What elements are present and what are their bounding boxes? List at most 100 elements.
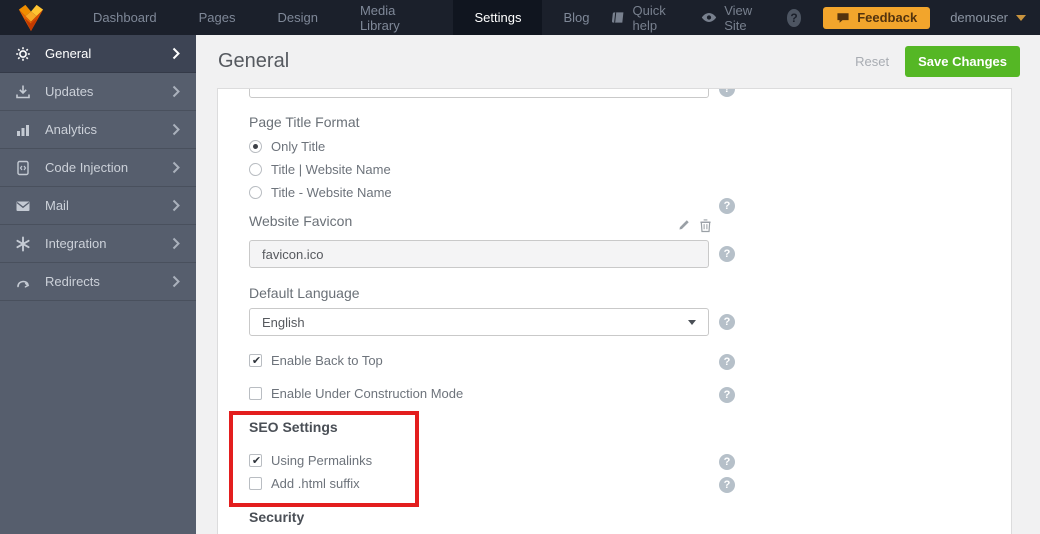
sidebar-item-redirects[interactable]: Redirects — [0, 263, 196, 301]
sidebar-item-label: Integration — [45, 236, 107, 251]
sidebar-item-code-injection[interactable]: Code Injection — [0, 149, 196, 187]
help-icon[interactable]: ? — [719, 198, 735, 214]
help-icon[interactable]: ? — [719, 89, 735, 97]
security-heading: Security — [249, 509, 305, 525]
redirect-icon — [15, 274, 32, 290]
sidebar-item-label: Updates — [45, 84, 94, 99]
help-icon[interactable]: ? — [719, 314, 735, 330]
username-label: demouser — [950, 10, 1009, 25]
topnav-right-cluster: Quick help View Site ? Feedback demouser — [611, 3, 1040, 33]
sidebar-item-label: Analytics — [45, 122, 98, 137]
view-site-link[interactable]: View Site — [701, 3, 763, 33]
checkbox-label: Using Permalinks — [271, 453, 373, 468]
settings-form-panel: ? Page Title Format ? Only Title Title |… — [217, 88, 1012, 534]
reset-button[interactable]: Reset — [855, 54, 889, 69]
settings-sidebar: General Updates Analytics Code Injection — [0, 35, 196, 534]
sidebar-item-updates[interactable]: Updates — [0, 73, 196, 111]
main-content: General Reset Save Changes ? Page Title … — [196, 35, 1040, 534]
checkbox-label: Enable Under Construction Mode — [271, 386, 464, 401]
radio-only-title[interactable]: Only Title — [249, 139, 325, 154]
gear-icon — [15, 46, 32, 62]
pencil-icon[interactable] — [677, 218, 691, 233]
sidebar-item-integration[interactable]: Integration — [0, 225, 196, 263]
checkbox-icon — [249, 477, 262, 490]
selected-language-value: English — [262, 314, 305, 330]
chevron-right-icon — [172, 161, 180, 174]
enable-back-to-top-checkbox[interactable]: Enable Back to Top — [249, 353, 383, 368]
using-permalinks-checkbox[interactable]: Using Permalinks — [249, 453, 372, 468]
checkbox-icon — [249, 387, 262, 400]
eye-icon — [701, 12, 717, 23]
sidebar-item-label: Redirects — [45, 274, 100, 289]
chevron-right-icon — [172, 123, 180, 136]
chevron-right-icon — [172, 85, 180, 98]
website-favicon-label: Website Favicon — [249, 213, 353, 229]
radio-title-dash-website-name[interactable]: Title - Website Name — [249, 185, 392, 200]
default-language-label: Default Language — [249, 285, 360, 301]
chevron-right-icon — [172, 237, 180, 250]
radio-label: Only Title — [271, 139, 326, 154]
nav-item-media-library[interactable]: Media Library — [339, 0, 454, 35]
checkbox-icon — [249, 354, 263, 367]
checkbox-icon — [249, 454, 263, 467]
nav-item-blog[interactable]: Blog — [542, 0, 610, 35]
radio-label: Title | Website Name — [271, 162, 391, 177]
sidebar-item-mail[interactable]: Mail — [0, 187, 196, 225]
help-badge-icon[interactable]: ? — [786, 8, 802, 27]
sidebar-item-label: Mail — [45, 198, 69, 213]
view-site-label: View Site — [724, 2, 753, 33]
brand-logo-icon[interactable] — [16, 4, 46, 32]
page-header: General Reset Save Changes — [196, 35, 1040, 88]
bar-chart-icon — [15, 122, 32, 138]
favicon-input[interactable] — [249, 240, 709, 268]
sidebar-item-label: General — [45, 46, 92, 61]
radio-label: Title - Website Name — [271, 185, 392, 200]
header-actions: Reset Save Changes — [855, 46, 1020, 77]
trash-icon[interactable] — [699, 218, 712, 233]
sidebar-item-label: Code Injection — [45, 160, 129, 175]
default-language-select[interactable]: English — [249, 308, 709, 336]
sidebar-item-analytics[interactable]: Analytics — [0, 111, 196, 149]
add-html-suffix-checkbox[interactable]: Add .html suffix — [249, 476, 360, 491]
save-changes-button[interactable]: Save Changes — [905, 46, 1020, 77]
envelope-icon — [15, 198, 32, 214]
checkbox-label: Add .html suffix — [271, 476, 360, 491]
feedback-label: Feedback — [857, 10, 918, 25]
top-navigation-bar: Dashboard Pages Design Media Library Set… — [0, 0, 1040, 35]
download-icon — [15, 84, 32, 100]
asterisk-icon — [15, 236, 32, 252]
select-caret-icon — [688, 319, 696, 325]
help-icon[interactable]: ? — [719, 246, 735, 262]
code-file-icon — [15, 160, 32, 176]
chevron-right-icon — [172, 199, 180, 212]
page-title-format-label: Page Title Format — [249, 114, 360, 130]
page-title: General — [218, 50, 290, 72]
quick-help-link[interactable]: Quick help — [611, 3, 678, 33]
nav-item-pages[interactable]: Pages — [178, 0, 257, 35]
chevron-right-icon — [172, 275, 180, 288]
user-menu[interactable]: demouser — [950, 10, 1027, 25]
radio-icon — [249, 140, 262, 153]
help-icon[interactable]: ? — [719, 354, 735, 370]
cutoff-text-field[interactable] — [249, 89, 709, 98]
radio-title-pipe-website-name[interactable]: Title | Website Name — [249, 162, 391, 177]
radio-icon — [249, 163, 262, 176]
enable-under-construction-checkbox[interactable]: Enable Under Construction Mode — [249, 386, 463, 401]
chevron-down-icon — [1016, 14, 1027, 21]
help-icon[interactable]: ? — [719, 387, 735, 403]
nav-item-settings[interactable]: Settings — [453, 0, 543, 35]
speech-bubble-icon — [836, 12, 850, 24]
app-window: Dashboard Pages Design Media Library Set… — [0, 0, 1040, 534]
nav-item-dashboard[interactable]: Dashboard — [72, 0, 178, 35]
help-icon[interactable]: ? — [719, 477, 735, 493]
quick-help-label: Quick help — [632, 2, 666, 33]
book-icon — [611, 10, 626, 25]
checkbox-label: Enable Back to Top — [271, 353, 383, 368]
sidebar-item-general[interactable]: General — [0, 35, 196, 73]
seo-settings-heading: SEO Settings — [249, 419, 338, 435]
feedback-button[interactable]: Feedback — [823, 6, 931, 29]
nav-item-design[interactable]: Design — [256, 0, 338, 35]
favicon-field-icons — [677, 218, 712, 233]
chevron-right-icon — [172, 47, 180, 60]
help-icon[interactable]: ? — [719, 454, 735, 470]
